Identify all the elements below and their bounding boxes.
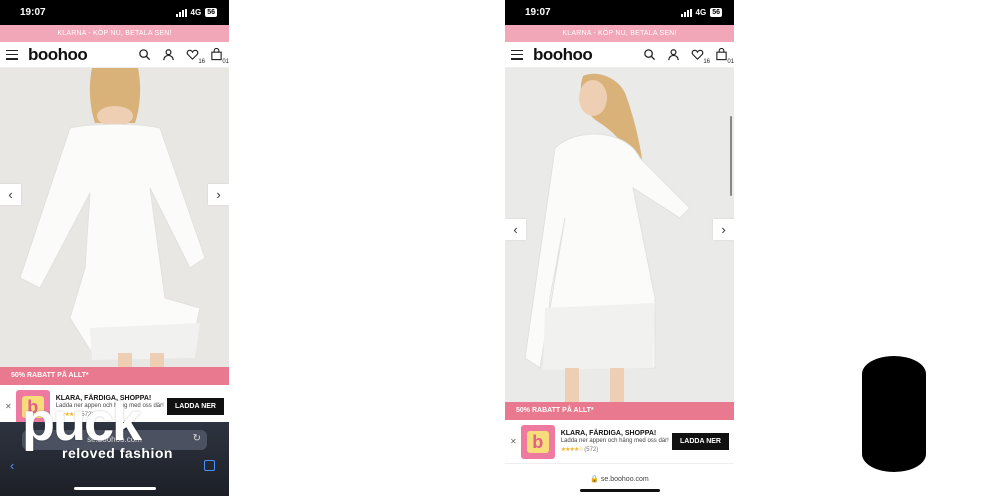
app-banner-subtitle: Ladda ner appen och häng med oss där! <box>560 438 669 444</box>
promo-bar[interactable]: KLARNA - KÖP NU, BETALA SEN! <box>505 25 734 42</box>
header-actions: 16 01 <box>642 48 734 65</box>
bag-count: 01 <box>222 58 229 65</box>
bag-icon[interactable]: 01 <box>714 48 734 65</box>
reload-icon[interactable]: ↻ <box>193 433 201 444</box>
app-rating: ★★★★☆ (572) <box>561 446 672 453</box>
sale-banner[interactable]: 50% RABATT PÅ ALLT* <box>0 367 229 385</box>
sale-banner[interactable]: 50% RABATT PÅ ALLT* <box>505 402 734 420</box>
star-rating-icon: ★★★★☆ <box>560 447 584 453</box>
browser-toolbar: 🔒 se.boohoo.com <box>505 468 734 496</box>
scroll-indicator[interactable] <box>730 116 732 196</box>
address-bar[interactable]: 🔒 se.boohoo.com <box>505 475 734 483</box>
product-photo <box>505 68 734 402</box>
app-banner-text: KLARA, FÄRDIGA, SHOPPA! Ladda ner appen … <box>561 430 672 453</box>
product-photo <box>0 68 229 367</box>
search-icon[interactable] <box>137 48 151 62</box>
promo-bar[interactable]: KLARNA - KÖP NU, BETALA SEN! <box>0 25 229 42</box>
home-indicator[interactable] <box>579 489 660 492</box>
watermark-main: puck <box>22 392 142 452</box>
phone-screen-left: 19:07 4G 56 KLARNA - KÖP NU, BETALA SEN!… <box>0 0 229 496</box>
site-header: boohoo 16 01 <box>0 42 229 68</box>
review-count: (572) <box>584 447 599 453</box>
watermark-logo: puck reloved fashion <box>22 395 173 461</box>
heart-icon[interactable]: 16 <box>690 48 710 65</box>
screenshot-canvas: 19:07 4G 56 KLARNA - KÖP NU, BETALA SEN!… <box>0 0 1000 496</box>
brand-logo[interactable]: boohoo <box>28 45 137 65</box>
user-icon[interactable] <box>161 48 175 62</box>
close-icon[interactable]: ✕ <box>5 402 12 411</box>
status-indicators: 4G 56 <box>680 8 722 17</box>
status-bar: 19:07 4G 56 <box>505 0 734 25</box>
network-label: 4G <box>190 8 202 17</box>
phone-screen-right: 19:07 4G 56 KLARNA - KÖP NU, BETALA SEN!… <box>505 0 734 496</box>
wishlist-count: 16 <box>703 58 710 65</box>
product-image[interactable]: ‹ › <box>505 68 734 402</box>
download-app-button[interactable]: LADDA NER <box>167 398 224 415</box>
bag-icon[interactable]: 01 <box>209 48 229 65</box>
chevron-left-icon[interactable]: ‹ <box>0 184 21 205</box>
home-indicator[interactable] <box>74 487 156 490</box>
bag-count: 01 <box>727 58 734 65</box>
app-logo: b <box>520 424 555 459</box>
menu-icon[interactable] <box>511 49 523 60</box>
url-text: se.boohoo.com <box>600 476 649 483</box>
menu-icon[interactable] <box>6 49 18 60</box>
signal-icon <box>175 8 187 17</box>
site-header: boohoo 16 01 <box>505 42 734 68</box>
status-indicators: 4G 56 <box>175 8 217 17</box>
status-time: 19:07 <box>20 7 46 18</box>
back-icon[interactable]: ‹ <box>10 458 14 473</box>
product-image[interactable]: ‹ › <box>0 68 229 367</box>
status-time: 19:07 <box>525 7 551 18</box>
decorative-shape <box>862 356 926 472</box>
signal-icon <box>680 8 692 17</box>
tabs-icon[interactable] <box>204 460 215 471</box>
brand-logo[interactable]: boohoo <box>533 45 642 65</box>
header-actions: 16 01 <box>137 48 229 65</box>
chevron-left-icon[interactable]: ‹ <box>505 219 526 240</box>
status-bar: 19:07 4G 56 <box>0 0 229 25</box>
heart-icon[interactable]: 16 <box>185 48 205 65</box>
lock-icon: 🔒 <box>590 476 599 483</box>
search-icon[interactable] <box>642 48 656 62</box>
wishlist-count: 16 <box>198 58 205 65</box>
watermark-sub: reloved fashion <box>62 445 173 461</box>
battery-icon: 56 <box>710 8 722 17</box>
chevron-right-icon[interactable]: › <box>208 184 229 205</box>
app-install-banner: ✕ b KLARA, FÄRDIGA, SHOPPA! Ladda ner ap… <box>505 420 734 464</box>
battery-icon: 56 <box>205 8 217 17</box>
user-icon[interactable] <box>666 48 680 62</box>
chevron-right-icon[interactable]: › <box>713 219 734 240</box>
network-label: 4G <box>695 8 707 17</box>
app-banner-title: KLARA, FÄRDIGA, SHOPPA! <box>560 430 657 437</box>
close-icon[interactable]: ✕ <box>510 437 517 446</box>
download-app-button[interactable]: LADDA NER <box>672 433 729 450</box>
